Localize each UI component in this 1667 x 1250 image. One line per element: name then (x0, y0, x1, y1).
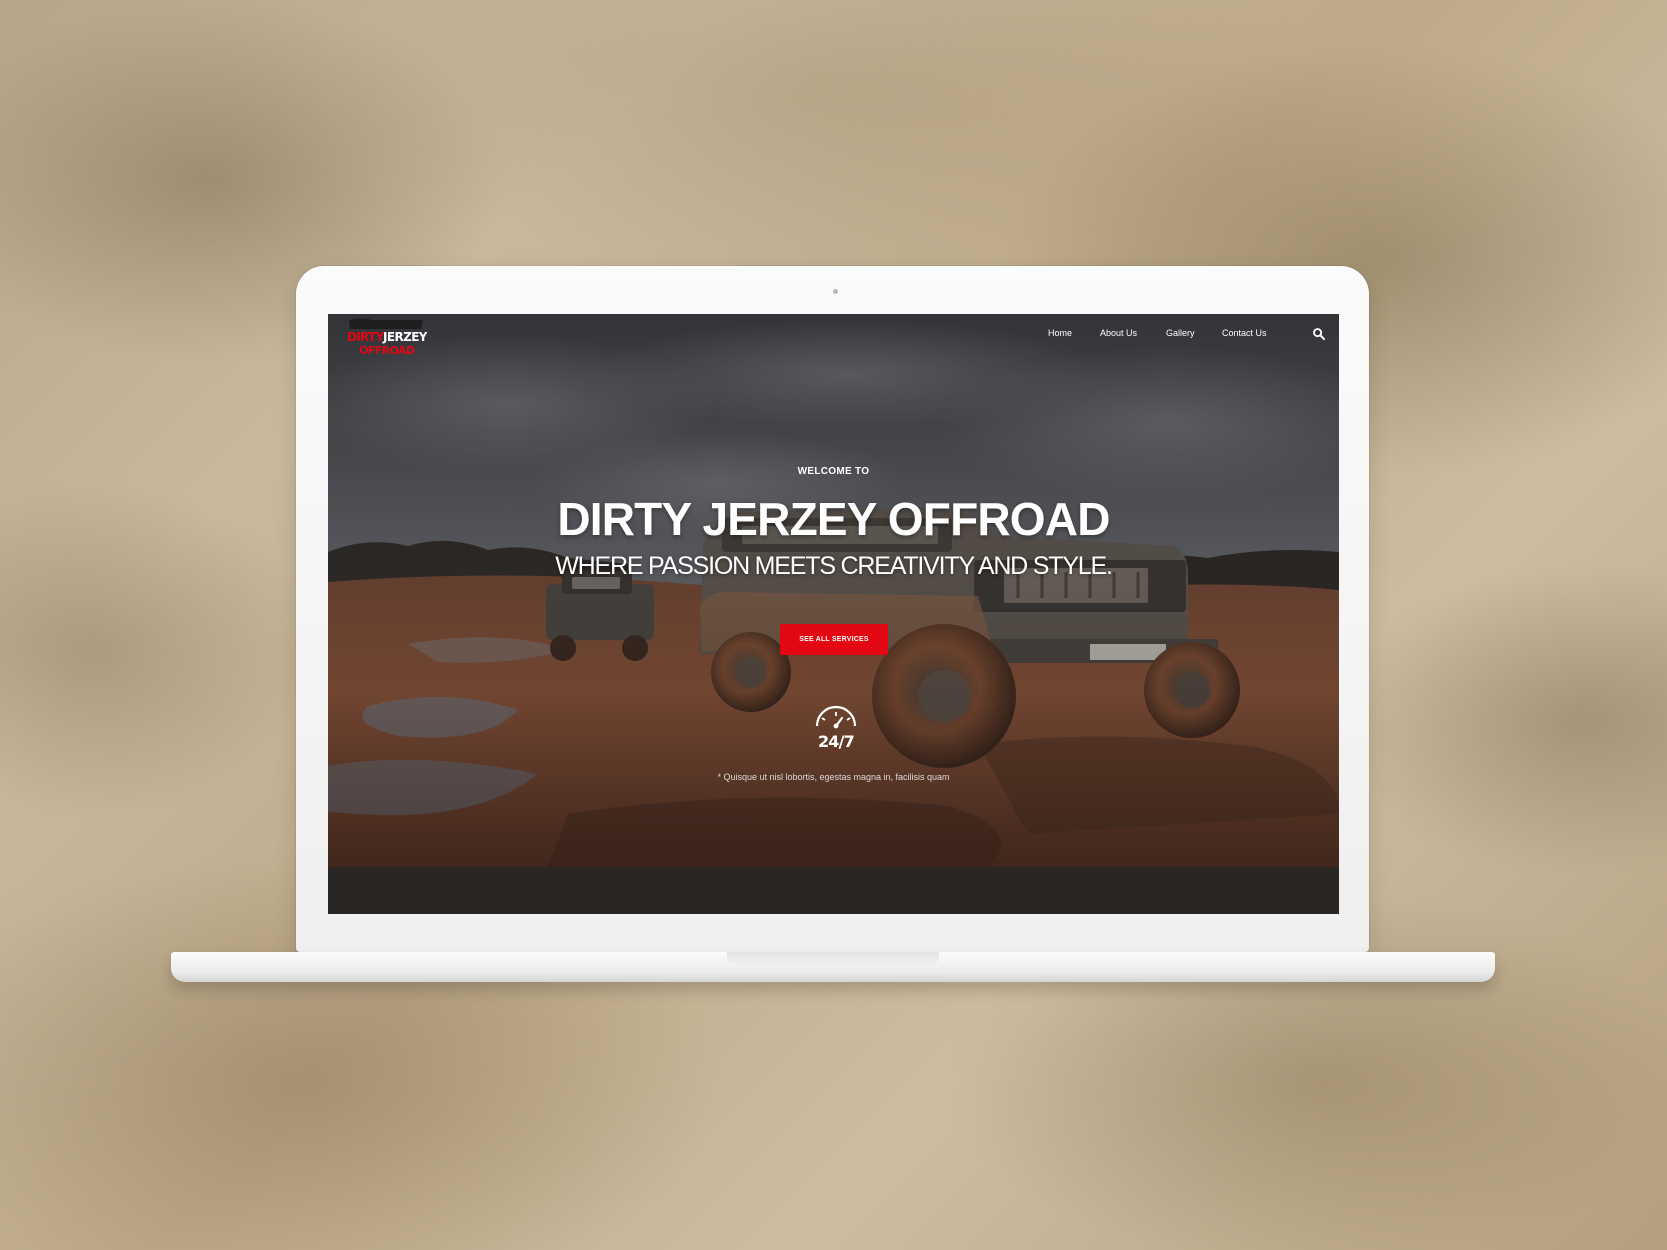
hero-subtitle: WHERE PASSION MEETS CREATIVITY AND STYLE… (555, 552, 1113, 580)
clock-24-7-icon: 24/7 (815, 705, 857, 751)
hero-shade-overlay (328, 314, 1339, 867)
nav-home[interactable]: Home (1048, 328, 1072, 338)
dirty-jerzey-offroad-logo[interactable]: DIRTY JERZEY OFFROAD (343, 316, 427, 358)
hero-disclaimer: * Quisque ut nisl lobortis, egestas magn… (717, 772, 950, 782)
laptop-notch (727, 952, 939, 966)
bottom-bar (328, 867, 1339, 914)
main-nav: Home About Us Gallery Contact Us (1048, 328, 1304, 342)
badge-24-7-label: 24/7 (818, 732, 854, 751)
see-all-services-button[interactable]: SEE ALL SERVICES (780, 624, 888, 655)
hero-section: DIRTY JERZEY OFFROAD Home About Us Galle… (328, 314, 1339, 867)
laptop-base (171, 952, 1495, 982)
hero-eyebrow: WELCOME TO (797, 466, 870, 477)
hero-title: DIRTY JERZEY OFFROAD (557, 493, 1110, 545)
nav-about-us[interactable]: About Us (1100, 328, 1137, 338)
nav-contact-us[interactable]: Contact Us (1222, 328, 1267, 338)
camera-dot (833, 289, 838, 294)
logo-text-jerzey: JERZEY (382, 330, 427, 344)
logo-text-offroad: OFFROAD (359, 344, 415, 357)
nav-gallery[interactable]: Gallery (1166, 328, 1195, 338)
laptop-screen: DIRTY JERZEY OFFROAD Home About Us Galle… (328, 314, 1339, 914)
logo-text-dirty: DIRTY (347, 330, 385, 344)
search-icon[interactable] (1312, 327, 1326, 341)
